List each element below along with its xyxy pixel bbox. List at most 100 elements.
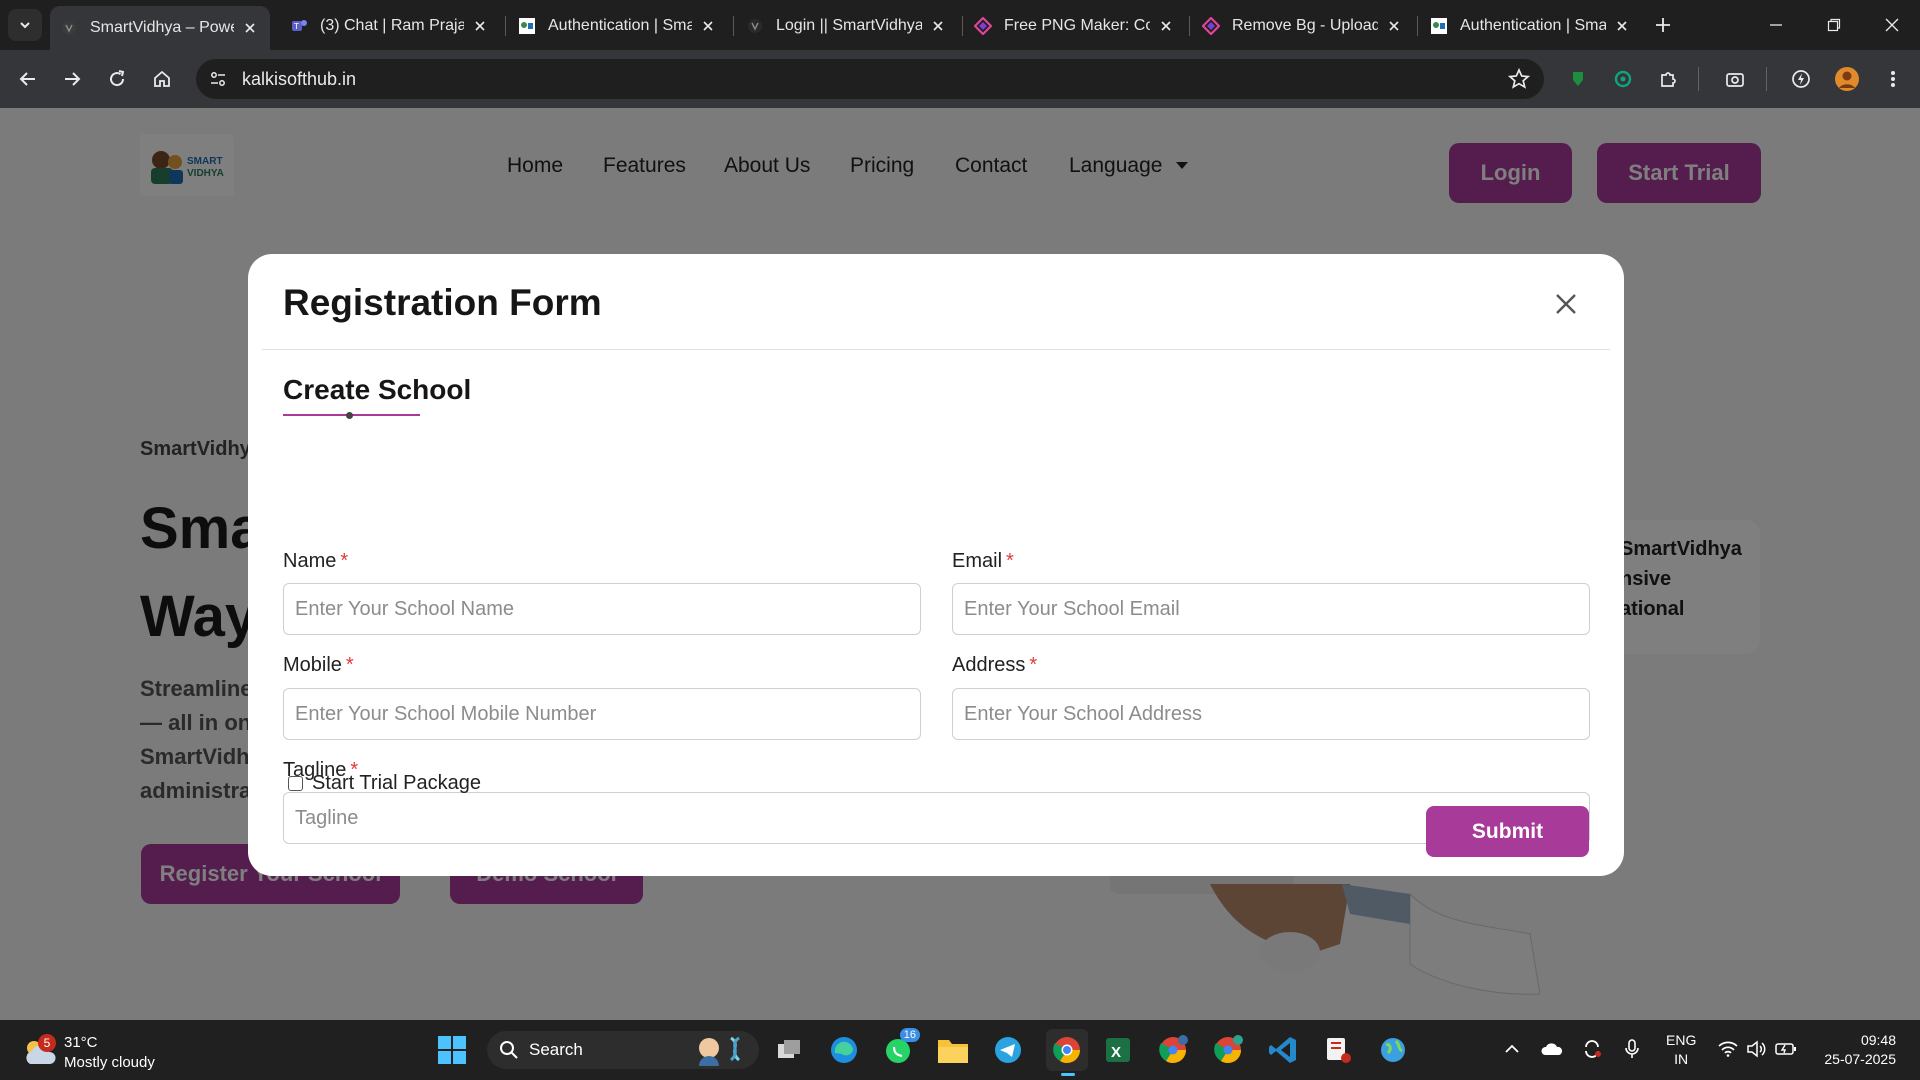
tab-remove-bg[interactable]: Remove Bg - Upload <box>1192 7 1414 44</box>
extensions-puzzle-icon[interactable] <box>1655 66 1681 92</box>
close-icon[interactable] <box>1552 290 1580 318</box>
windows-taskbar: 5 31°C Mostly cloudy Search 16 X ENG IN … <box>0 1020 1920 1080</box>
minimize-icon <box>1770 24 1782 26</box>
telegram-icon[interactable] <box>990 1032 1026 1068</box>
close-icon[interactable] <box>470 16 490 36</box>
tab-authentication-2[interactable]: Authentication | Sma <box>1420 7 1642 44</box>
search-icon <box>500 1041 518 1059</box>
forward-button[interactable] <box>56 63 88 95</box>
reload-button[interactable] <box>101 63 133 95</box>
name-label: Name * <box>283 550 349 572</box>
start-trial-checkbox[interactable] <box>288 776 303 791</box>
battery-icon[interactable] <box>1774 1037 1798 1061</box>
browser-toolbar: kalkisofthub.in <box>0 50 1920 108</box>
arrow-right-icon <box>65 72 81 86</box>
chrome-active-icon[interactable] <box>1046 1029 1088 1071</box>
weather-widget[interactable]: 5 31°C Mostly cloudy <box>20 1028 180 1074</box>
taskbar-search[interactable]: Search <box>487 1031 759 1069</box>
web-page: SMART VIDHYA Home Features About Us Pric… <box>0 108 1920 1020</box>
weather-badge: 5 <box>38 1034 56 1052</box>
volume-icon[interactable] <box>1744 1037 1768 1061</box>
png-maker-icon <box>974 16 992 35</box>
weather-description: Mostly cloudy <box>64 1054 155 1071</box>
close-icon[interactable] <box>698 16 718 36</box>
tab-title: Free PNG Maker: Co <box>1004 16 1150 34</box>
close-icon[interactable] <box>928 16 948 36</box>
extension-green-icon[interactable] <box>1565 66 1591 92</box>
profile-avatar-icon[interactable] <box>1834 66 1860 92</box>
chevron-up-icon[interactable] <box>1500 1037 1524 1061</box>
wifi-icon[interactable] <box>1716 1037 1740 1061</box>
close-icon <box>1885 18 1899 32</box>
close-icon[interactable] <box>1612 16 1632 36</box>
tab-authentication-1[interactable]: Authentication | Sma <box>508 7 728 44</box>
site-info-icon[interactable] <box>204 65 232 93</box>
chrome-profile-k-icon[interactable] <box>1155 1032 1191 1068</box>
restore-button[interactable] <box>1814 8 1854 42</box>
tab-title: Authentication | Sma <box>548 16 692 34</box>
mobile-label: Mobile * <box>283 654 354 676</box>
whatsapp-badge: 16 <box>899 1028 920 1042</box>
tab-login-smartvidhya[interactable]: Login || SmartVidhya <box>736 7 958 44</box>
submit-button[interactable]: Submit <box>1426 806 1589 857</box>
search-highlight-icon <box>699 1036 741 1066</box>
sync-icon[interactable] <box>1580 1037 1604 1061</box>
close-icon[interactable] <box>1384 16 1404 36</box>
close-window-button[interactable] <box>1872 8 1912 42</box>
svg-text:T: T <box>293 22 299 31</box>
more-menu-icon[interactable] <box>1880 66 1906 92</box>
school-email-input[interactable] <box>952 583 1590 635</box>
school-mobile-input[interactable] <box>283 688 921 740</box>
task-view-icon[interactable] <box>772 1032 808 1068</box>
smartvidhya-logo-favicon-icon <box>518 17 536 35</box>
smartvidhya-logo-favicon-icon <box>1430 17 1448 35</box>
bookmark-star-icon[interactable] <box>1508 68 1530 90</box>
chrome-profile-s-icon[interactable] <box>1210 1032 1246 1068</box>
tab-title: Remove Bg - Upload <box>1232 16 1378 34</box>
windows-logo-icon <box>438 1036 466 1064</box>
new-tab-button[interactable] <box>1650 12 1676 38</box>
excel-icon[interactable]: X <box>1100 1032 1136 1068</box>
system-clock[interactable]: 09:48 25-07-2025 <box>1816 1031 1896 1069</box>
required-marker: * <box>340 550 349 572</box>
edge-icon[interactable] <box>826 1032 862 1068</box>
section-title: Create School <box>283 374 472 405</box>
start-button[interactable] <box>434 1032 470 1068</box>
home-button[interactable] <box>146 63 178 95</box>
close-icon[interactable] <box>1156 16 1176 36</box>
required-marker: * <box>345 654 354 676</box>
file-explorer-icon[interactable] <box>935 1032 971 1068</box>
address-label: Address * <box>952 654 1038 676</box>
tab-free-png-maker[interactable]: Free PNG Maker: Co <box>964 7 1186 44</box>
school-name-input[interactable] <box>283 583 921 635</box>
performance-icon[interactable] <box>1788 66 1814 92</box>
minimize-button[interactable] <box>1756 8 1796 42</box>
start-trial-checkbox-label[interactable]: Start Trial Package <box>312 772 481 795</box>
reload-icon <box>110 70 125 87</box>
address-bar[interactable]: kalkisofthub.in <box>196 59 1544 99</box>
modal-title: Registration Form <box>283 282 602 323</box>
active-app-indicator <box>1061 1073 1075 1076</box>
school-address-input[interactable] <box>952 688 1590 740</box>
input-language[interactable]: ENG IN <box>1666 1031 1696 1069</box>
screenshot-icon[interactable] <box>1722 66 1748 92</box>
tab-teams-chat[interactable]: T (3) Chat | Ram Prajap <box>280 7 500 44</box>
tagline-input[interactable] <box>283 792 1590 844</box>
onedrive-icon[interactable] <box>1540 1037 1564 1061</box>
globe-app-icon[interactable] <box>1375 1032 1411 1068</box>
plus-icon <box>1656 18 1670 32</box>
url-text[interactable]: kalkisofthub.in <box>242 69 356 90</box>
vscode-icon[interactable] <box>1265 1032 1301 1068</box>
restore-icon <box>1827 18 1841 32</box>
smartvidhya-favicon-icon <box>746 17 764 35</box>
tab-title: Login || SmartVidhya <box>776 16 922 34</box>
back-button[interactable] <box>12 63 44 95</box>
microphone-icon[interactable] <box>1620 1037 1644 1061</box>
close-icon[interactable] <box>240 18 260 38</box>
tab-search-button[interactable] <box>8 9 42 41</box>
chatgpt-icon[interactable] <box>1610 66 1636 92</box>
tab-smartvidhya[interactable]: SmartVidhya – Power <box>50 6 270 50</box>
whatsapp-icon[interactable]: 16 <box>880 1028 920 1068</box>
snipping-tool-icon[interactable] <box>1320 1032 1356 1068</box>
modal-divider <box>262 349 1610 350</box>
